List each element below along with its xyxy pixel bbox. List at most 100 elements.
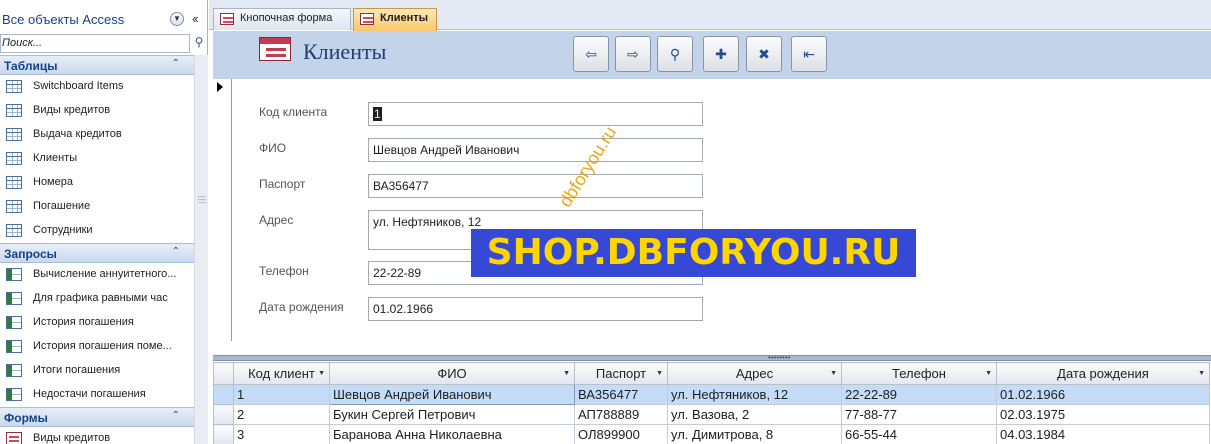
query-icon — [6, 268, 22, 281]
nav-item-label: Недостачи погашения — [33, 388, 146, 400]
nav-item-label: История погашения поме... — [33, 340, 172, 352]
nav-scrollbar[interactable]: — — — — [194, 55, 208, 444]
table-cell[interactable]: ОЛ899900 — [574, 424, 668, 444]
table-cell[interactable]: 1 — [233, 384, 330, 405]
table-cell[interactable]: АП788889 — [574, 404, 668, 425]
column-header[interactable]: Телефон ▼ — [841, 362, 997, 385]
table-row[interactable]: 2 Букин Сергей Петрович АП788889 ул. Вазова… — [213, 404, 1210, 425]
client-id-field[interactable]: 1 — [368, 102, 703, 126]
table-row[interactable]: 3 Баранова Анна Николаевна ОЛ899900 ул. Дим… — [213, 424, 1210, 444]
table-cell[interactable]: Букин Сергей Петрович — [329, 404, 575, 425]
datasheet: Код клиент ▼ ФИО ▼ Паспорт ▼ Адрес ▼ Телефон ▼ Дат… — [213, 362, 1211, 444]
nav-item[interactable]: История погашения — [0, 311, 194, 335]
scroll-grip-icon[interactable]: — — — — [198, 193, 206, 207]
split-form-splitter[interactable]: •••••••• — [213, 354, 1211, 362]
table-cell[interactable]: Баранова Анна Николаевна — [329, 424, 575, 444]
row-selector[interactable] — [213, 384, 234, 405]
nav-item[interactable]: Для графика равными час — [0, 287, 194, 311]
table-cell[interactable]: ул. Вазова, 2 — [667, 404, 842, 425]
nav-pane-title[interactable]: Все объекты Access — [2, 12, 124, 27]
table-icon — [6, 80, 22, 93]
nav-item[interactable]: Выдача кредитов — [0, 123, 194, 147]
chevron-down-icon[interactable]: ▼ — [170, 12, 184, 26]
search-icon[interactable]: ⚲ — [191, 35, 207, 52]
form-icon — [360, 13, 374, 25]
nav-item[interactable]: Номера — [0, 171, 194, 195]
nav-item-label: Виды кредитов — [33, 104, 111, 116]
table-cell[interactable]: 04.03.1984 — [996, 424, 1210, 444]
passport-field[interactable]: ВА356477 — [368, 174, 703, 198]
column-filter-dropdown-icon[interactable]: ▼ — [985, 370, 992, 377]
nav-item[interactable]: Итоги погашения — [0, 359, 194, 383]
nav-search-input[interactable]: Поиск... — [0, 34, 190, 53]
nav-item[interactable]: Недостачи погашения — [0, 383, 194, 407]
column-filter-dropdown-icon[interactable]: ▼ — [830, 370, 837, 377]
birth-date-field[interactable]: 01.02.1966 — [368, 297, 703, 321]
tab-clients[interactable]: Клиенты — [353, 8, 437, 31]
table-cell[interactable]: Шевцов Андрей Иванович — [329, 384, 575, 405]
table-cell[interactable]: 01.02.1966 — [996, 384, 1210, 405]
column-header[interactable]: Код клиент ▼ — [233, 362, 330, 385]
label-fio: ФИО — [259, 141, 287, 155]
nav-group-header[interactable]: Запросы ⌃ — [0, 243, 194, 263]
nav-pane-header[interactable]: Все объекты Access ▼ ‹‹ — [0, 8, 208, 32]
table-icon — [6, 152, 22, 165]
tab-switchboard-form[interactable]: Кнопочная форма — [213, 8, 351, 30]
nav-item[interactable]: Виды кредитов — [0, 99, 194, 123]
table-cell[interactable]: ВА356477 — [574, 384, 668, 405]
row-selector[interactable] — [213, 424, 234, 444]
table-cell[interactable]: 3 — [233, 424, 330, 444]
select-all-corner[interactable] — [213, 362, 234, 385]
nav-group-header[interactable]: Формы ⌃ — [0, 407, 194, 427]
column-header[interactable]: Паспорт ▼ — [574, 362, 668, 385]
table-cell[interactable]: ул. Нефтяников, 12 — [667, 384, 842, 405]
nav-item[interactable]: Сотрудники — [0, 219, 194, 243]
column-header-label: Адрес — [735, 366, 774, 381]
nav-item[interactable]: Виды кредитов — [0, 427, 194, 444]
delete-record-button[interactable]: ✖ — [746, 36, 782, 72]
splitter-grip-icon[interactable]: •••••••• — [768, 354, 790, 362]
nav-item[interactable]: Switchboard Items — [0, 75, 194, 99]
chevron-up-icon[interactable]: ⌃ — [172, 246, 180, 257]
nav-item-label: Клиенты — [33, 152, 78, 164]
label-client-id: Код клиента — [259, 105, 328, 119]
find-button[interactable]: ⚲ — [657, 36, 693, 72]
close-form-button[interactable]: ⇤ — [791, 36, 827, 72]
record-selector[interactable] — [213, 79, 232, 341]
form-icon — [220, 13, 234, 25]
new-record-button[interactable]: ✚ — [703, 36, 739, 72]
table-cell[interactable]: 02.03.1975 — [996, 404, 1210, 425]
chevron-up-icon[interactable]: ⌃ — [172, 58, 180, 69]
nav-group-header[interactable]: Таблицы ⌃ — [0, 55, 194, 75]
tab-label: Кнопочная форма — [240, 12, 333, 24]
query-icon — [6, 364, 22, 377]
table-cell[interactable]: ул. Димитрова, 8 — [667, 424, 842, 444]
nav-item-label: Switchboard Items — [33, 80, 124, 92]
query-icon — [6, 316, 22, 329]
fio-field[interactable]: Шевцов Андрей Иванович — [368, 138, 703, 162]
nav-group-label: Запросы — [4, 247, 57, 261]
row-selector[interactable] — [213, 404, 234, 425]
table-row[interactable]: 1 Шевцов Андрей Иванович ВА356477 ул. Нефтя… — [213, 384, 1210, 405]
collapse-pane-icon[interactable]: ‹‹ — [192, 11, 199, 26]
table-cell[interactable]: 77-88-77 — [841, 404, 997, 425]
exit-door-icon: ⇤ — [803, 46, 815, 62]
prev-record-button[interactable]: ⇦ — [573, 36, 609, 72]
nav-item[interactable]: Погашение — [0, 195, 194, 219]
table-cell[interactable]: 2 — [233, 404, 330, 425]
column-header[interactable]: ФИО ▼ — [329, 362, 575, 385]
next-record-button[interactable]: ⇨ — [615, 36, 651, 72]
table-cell[interactable]: 22-22-89 — [841, 384, 997, 405]
chevron-up-icon[interactable]: ⌃ — [172, 410, 180, 421]
nav-item[interactable]: История погашения поме... — [0, 335, 194, 359]
column-filter-dropdown-icon[interactable]: ▼ — [656, 370, 663, 377]
column-header[interactable]: Дата рождения ▼ — [996, 362, 1210, 385]
nav-item[interactable]: Клиенты — [0, 147, 194, 171]
column-header[interactable]: Адрес ▼ — [667, 362, 842, 385]
column-filter-dropdown-icon[interactable]: ▼ — [563, 370, 570, 377]
column-filter-dropdown-icon[interactable]: ▼ — [1198, 370, 1205, 377]
column-filter-dropdown-icon[interactable]: ▼ — [318, 370, 325, 377]
nav-item[interactable]: Вычисление аннуитетного... — [0, 263, 194, 287]
table-cell[interactable]: 66-55-44 — [841, 424, 997, 444]
nav-item-label: Вычисление аннуитетного... — [33, 268, 177, 280]
